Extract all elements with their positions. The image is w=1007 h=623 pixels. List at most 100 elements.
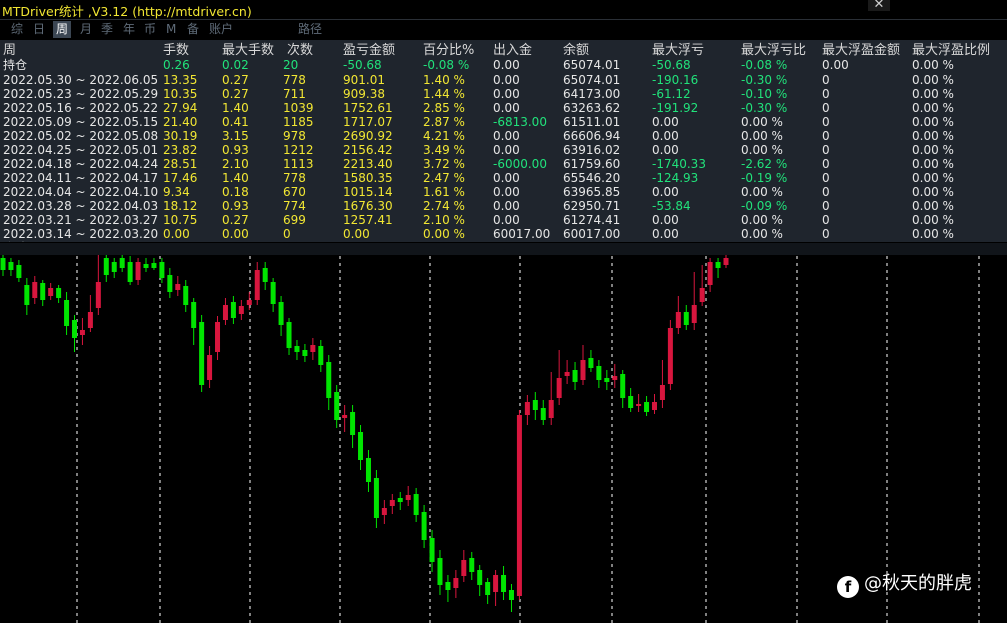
cell-max-lots: 2.10 (222, 157, 249, 171)
cell-percent: 3.72 % (423, 157, 465, 171)
cell-balance: 63965.85 (563, 185, 621, 199)
cell-lots: 27.94 (163, 101, 198, 115)
cell-max-lots: 1.40 (222, 171, 249, 185)
table-header: 周 手数 最大手数 次数 盈亏金额 百分比% 出入金 余额 最大浮亏 最大浮亏比… (0, 43, 1007, 58)
cell-lots: 17.46 (163, 171, 198, 185)
cell-lots: 28.51 (163, 157, 198, 171)
tab-m[interactable]: M (166, 21, 176, 38)
cell-max-float-loss-ratio: 0.00 % (741, 143, 783, 157)
header-week: 周 (3, 43, 17, 58)
table-row: 2022.05.16 ~ 2022.05.22 27.94 1.40 1039 1752… (0, 101, 1007, 115)
candle-body (135, 262, 141, 280)
cell-deposit: -6813.00 (493, 115, 547, 129)
candle-body (87, 312, 93, 328)
cell-pnl: 0.00 (343, 227, 370, 241)
cell-lots: 23.82 (163, 143, 198, 157)
cell-percent: 2.47 % (423, 171, 465, 185)
cell-max-float-loss-ratio: -0.09 % (741, 199, 788, 213)
tab-daily[interactable]: 日 (33, 21, 45, 38)
cell-pnl: 2690.92 (343, 129, 393, 143)
candle-body (254, 270, 260, 300)
tab-monthly[interactable]: 月 (80, 21, 92, 38)
candle-body (461, 560, 467, 576)
candle-body (0, 258, 6, 270)
cell-deposit: 0.00 (493, 87, 520, 101)
cell-lots: 0.00 (163, 227, 190, 241)
cell-max-float-loss: -61.12 (652, 87, 691, 101)
candle-body (151, 263, 157, 268)
cell-max-float-loss-ratio: 0.00 % (741, 129, 783, 143)
candle-body (556, 378, 562, 398)
header-balance: 余额 (563, 43, 590, 58)
cell-max-float-profit: 0 (822, 87, 830, 101)
cell-max-float-profit-ratio: 0.00 % (912, 101, 954, 115)
candle-body (207, 355, 213, 380)
table-row: 2022.03.14 ~ 2022.03.20 0.00 0.00 0 0.00 0.00… (0, 227, 1007, 241)
candle-body (723, 258, 729, 265)
candle-body (278, 302, 284, 325)
candle-body (183, 286, 189, 305)
candle-body (8, 262, 14, 270)
candle-body (358, 432, 364, 460)
cell-pnl: 1015.14 (343, 185, 393, 199)
cell-deposit: 0.00 (493, 185, 520, 199)
cell-lots: 10.75 (163, 213, 198, 227)
cell-balance: 66606.94 (563, 129, 621, 143)
tab-yearly[interactable]: 年 (123, 21, 135, 38)
candle-body (64, 300, 70, 326)
cell-max-float-profit-ratio: 0.00 % (912, 199, 954, 213)
candle-body (620, 374, 626, 398)
candle-body (453, 578, 459, 588)
candle-body (246, 300, 252, 305)
title-bar: MTDriver统计 ,V3.12 (http://mtdriver.cn) ✕ (0, 0, 1007, 20)
candle-body (334, 392, 340, 420)
tab-weekly[interactable]: 周 (53, 21, 72, 38)
tab-account[interactable]: 账户 (209, 21, 233, 38)
cell-count: 778 (283, 171, 306, 185)
cell-max-lots: 0.27 (222, 213, 249, 227)
cell-lots: 18.12 (163, 199, 198, 213)
candle-body (588, 358, 594, 368)
cell-week: 2022.05.02 ~ 2022.05.08 (3, 129, 159, 143)
app-title: MTDriver统计 ,V3.12 (http://mtdriver.cn) (2, 4, 252, 19)
cell-count: 711 (283, 87, 306, 101)
candle-body (445, 582, 451, 590)
candle-body (612, 376, 618, 380)
tab-path[interactable]: 路径 (298, 21, 322, 38)
cell-count: 0 (283, 227, 291, 241)
cell-count: 20 (283, 58, 299, 72)
candle-body (159, 262, 165, 278)
candle-body (127, 262, 133, 282)
cell-max-float-profit-ratio: 0.00 % (912, 129, 954, 143)
cell-balance: 65074.01 (563, 58, 621, 72)
cell-percent: 4.21 % (423, 129, 465, 143)
cell-max-float-profit-ratio: 0.00 % (912, 143, 954, 157)
cell-percent: 1.44 % (423, 87, 465, 101)
cell-week: 2022.03.14 ~ 2022.03.20 (3, 227, 159, 241)
candle-body (540, 408, 546, 420)
header-count: 次数 (287, 43, 314, 58)
cell-percent: 1.40 % (423, 73, 465, 87)
cell-max-float-profit: 0 (822, 129, 830, 143)
cell-max-lots: 0.93 (222, 143, 249, 157)
cell-max-float-profit: 0 (822, 185, 830, 199)
tab-notes[interactable]: 备 (187, 21, 199, 38)
tab-currency[interactable]: 币 (144, 21, 156, 38)
cell-percent: 2.87 % (423, 115, 465, 129)
table-row: 2022.03.28 ~ 2022.04.03 18.12 0.93 774 1676.… (0, 199, 1007, 213)
cell-percent: 1.61 % (423, 185, 465, 199)
cell-max-float-profit-ratio: 0.00 % (912, 171, 954, 185)
candle-body (548, 400, 554, 418)
close-icon[interactable]: ✕ (868, 0, 890, 12)
candle-body (596, 366, 602, 380)
tab-summary[interactable]: 综 (11, 21, 23, 38)
candle-body (24, 285, 30, 305)
tab-quarterly[interactable]: 季 (101, 21, 113, 38)
cell-max-lots: 0.27 (222, 73, 249, 87)
cell-week: 2022.04.18 ~ 2022.04.24 (3, 157, 159, 171)
table-row: 2022.04.25 ~ 2022.05.01 23.82 0.93 1212 2156… (0, 143, 1007, 157)
cell-balance: 62950.71 (563, 199, 621, 213)
cell-max-lots: 0.93 (222, 199, 249, 213)
cell-week: 2022.03.21 ~ 2022.03.27 (3, 213, 159, 227)
cell-max-float-loss: 0.00 (652, 213, 679, 227)
